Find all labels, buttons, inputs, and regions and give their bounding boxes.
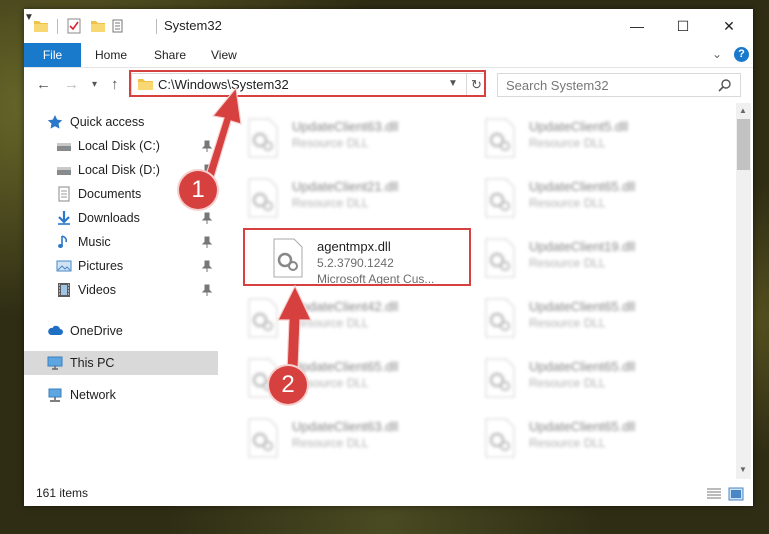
arrow-2 xyxy=(277,284,312,371)
step-1-badge: 1 xyxy=(179,171,217,209)
step-2-badge: 2 xyxy=(269,366,307,404)
arrow-1 xyxy=(204,86,242,182)
annotation-arrows xyxy=(204,86,312,371)
